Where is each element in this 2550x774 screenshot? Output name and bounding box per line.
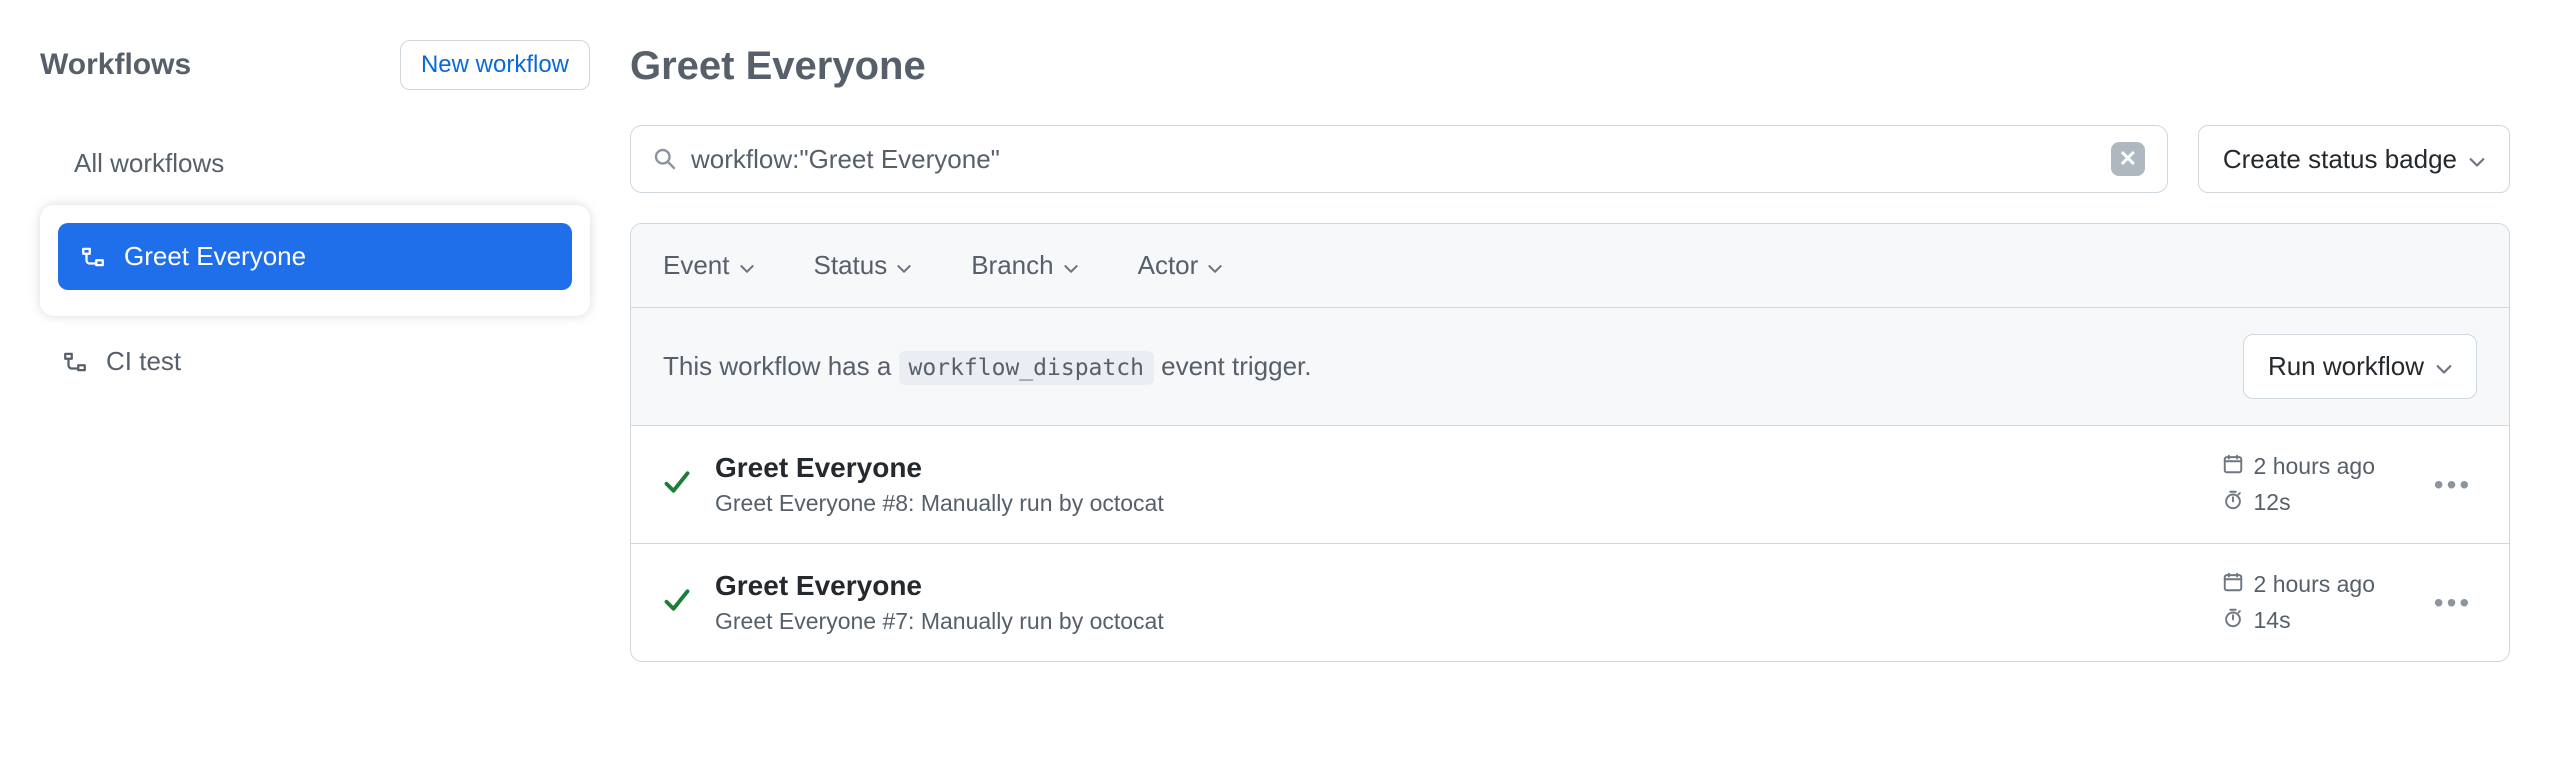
- search-icon: [653, 147, 677, 171]
- run-workflow-button[interactable]: Run workflow: [2243, 334, 2477, 399]
- runs-panel: Event Status Branch Actor Thi: [630, 223, 2510, 662]
- sidebar-item-greet-everyone[interactable]: Greet Everyone: [58, 223, 572, 290]
- run-row[interactable]: Greet Everyone Greet Everyone #7: Manual…: [631, 544, 2509, 661]
- dispatch-code: workflow_dispatch: [899, 351, 1154, 385]
- run-when: 2 hours ago: [2254, 571, 2375, 598]
- sidebar-item-label: CI test: [106, 346, 181, 377]
- active-workflow-highlight: Greet Everyone: [40, 205, 590, 316]
- stopwatch-icon: [2222, 489, 2244, 517]
- kebab-icon[interactable]: •••: [2429, 469, 2477, 501]
- caret-down-icon: [1208, 250, 1222, 281]
- sidebar-item-all-workflows[interactable]: All workflows: [40, 130, 590, 197]
- button-label: Create status badge: [2223, 144, 2457, 175]
- kebab-icon[interactable]: •••: [2429, 587, 2477, 619]
- run-subtitle: Greet Everyone #8: Manually run by octoc…: [715, 490, 2198, 517]
- filter-label: Actor: [1138, 250, 1199, 281]
- sidebar-item-label: Greet Everyone: [124, 241, 306, 272]
- run-meta: 2 hours ago 12s: [2222, 453, 2375, 517]
- search-box[interactable]: ✕: [630, 125, 2168, 193]
- search-input[interactable]: [691, 144, 2097, 175]
- sidebar-item-ci-test[interactable]: CI test: [40, 328, 590, 395]
- filter-label: Branch: [971, 250, 1053, 281]
- dispatch-suffix: event trigger.: [1154, 351, 1312, 381]
- filter-actor[interactable]: Actor: [1138, 250, 1223, 281]
- run-title: Greet Everyone: [715, 570, 2198, 602]
- filter-branch[interactable]: Branch: [971, 250, 1077, 281]
- sidebar: Workflows New workflow All workflows Gre…: [40, 40, 590, 662]
- run-title: Greet Everyone: [715, 452, 2198, 484]
- dispatch-prefix: This workflow has a: [663, 351, 899, 381]
- create-status-badge-button[interactable]: Create status badge: [2198, 125, 2510, 193]
- filters-bar: Event Status Branch Actor: [631, 224, 2509, 308]
- workflow-icon: [80, 244, 106, 270]
- new-workflow-button[interactable]: New workflow: [400, 40, 590, 90]
- caret-down-icon: [2436, 351, 2452, 382]
- button-label: Run workflow: [2268, 351, 2424, 382]
- success-check-icon: [663, 586, 691, 619]
- run-duration: 12s: [2254, 489, 2291, 516]
- run-meta: 2 hours ago 14s: [2222, 571, 2375, 635]
- run-row[interactable]: Greet Everyone Greet Everyone #8: Manual…: [631, 426, 2509, 544]
- filter-event[interactable]: Event: [663, 250, 754, 281]
- run-body: Greet Everyone Greet Everyone #8: Manual…: [715, 452, 2198, 517]
- sidebar-header: Workflows New workflow: [40, 40, 590, 90]
- caret-down-icon: [740, 250, 754, 281]
- calendar-icon: [2222, 571, 2244, 599]
- filter-status[interactable]: Status: [814, 250, 912, 281]
- caret-down-icon: [1064, 250, 1078, 281]
- workflow-icon: [62, 349, 88, 375]
- run-duration: 14s: [2254, 607, 2291, 634]
- caret-down-icon: [897, 250, 911, 281]
- run-body: Greet Everyone Greet Everyone #7: Manual…: [715, 570, 2198, 635]
- filter-label: Event: [663, 250, 730, 281]
- dispatch-text: This workflow has a workflow_dispatch ev…: [663, 351, 1311, 382]
- calendar-icon: [2222, 453, 2244, 481]
- run-subtitle: Greet Everyone #7: Manually run by octoc…: [715, 608, 2198, 635]
- caret-down-icon: [2469, 144, 2485, 175]
- main-content: Greet Everyone ✕ Create status badge Eve…: [630, 40, 2510, 662]
- stopwatch-icon: [2222, 607, 2244, 635]
- success-check-icon: [663, 468, 691, 501]
- run-when: 2 hours ago: [2254, 453, 2375, 480]
- filter-label: Status: [814, 250, 888, 281]
- clear-icon[interactable]: ✕: [2111, 142, 2145, 176]
- dispatch-banner: This workflow has a workflow_dispatch ev…: [631, 308, 2509, 426]
- page-title: Greet Everyone: [630, 44, 2510, 89]
- toolbar-row: ✕ Create status badge: [630, 125, 2510, 193]
- sidebar-title: Workflows: [40, 48, 191, 82]
- sidebar-item-label: All workflows: [74, 148, 224, 179]
